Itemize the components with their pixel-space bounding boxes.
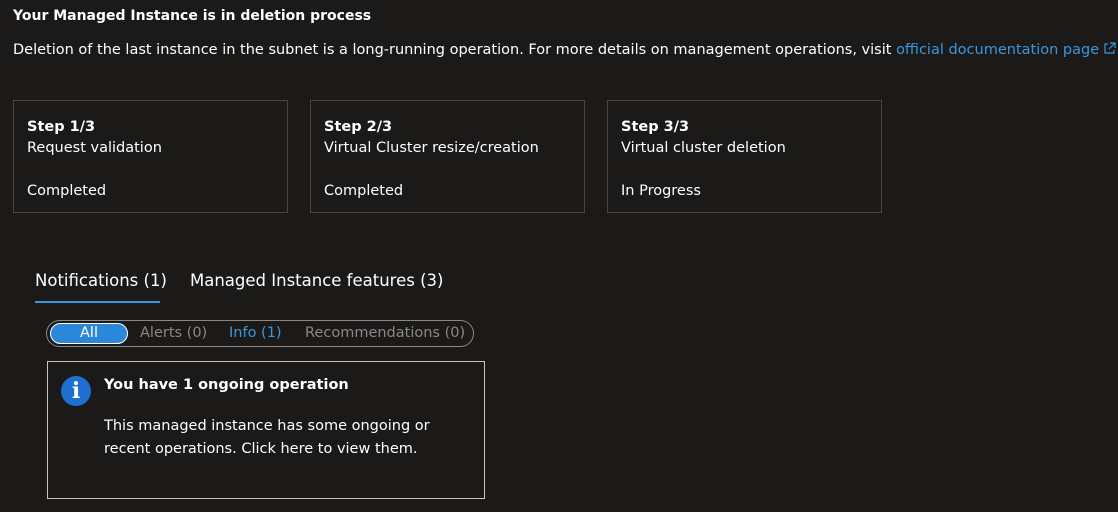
step-status: Completed <box>27 183 107 199</box>
description-text: Deletion of the last instance in the sub… <box>13 42 897 58</box>
external-link-icon[interactable] <box>1103 42 1116 55</box>
tab-managed-instance-features[interactable]: Managed Instance features (3) <box>190 271 443 290</box>
notification-body: This managed instance has some ongoing o… <box>104 418 430 457</box>
step-card-3: Step 3/3 Virtual cluster deletion In Pro… <box>607 100 882 213</box>
info-icon: i <box>61 376 91 406</box>
documentation-link[interactable]: official documentation page <box>896 42 1116 58</box>
step-name: Virtual cluster deletion <box>621 140 786 156</box>
step-card-1: Step 1/3 Request validation Completed <box>13 100 288 213</box>
tab-label[interactable]: Managed Instance features (3) <box>190 271 443 290</box>
step-number: Step 1/3 <box>27 119 96 135</box>
notification-title: You have 1 ongoing operation <box>104 377 349 393</box>
filter-recommendations-button[interactable]: Recommendations (0) <box>305 323 465 344</box>
deletion-description: Deletion of the last instance in the sub… <box>13 42 1116 58</box>
step-number: Step 2/3 <box>324 119 393 135</box>
step-name: Request validation <box>27 140 162 156</box>
step-status: In Progress <box>621 183 701 199</box>
page-title: Your Managed Instance is in deletion pro… <box>13 8 372 24</box>
filter-all-button[interactable]: All <box>50 323 128 344</box>
notification-filter: All Alerts (0) Info (1) Recommendations … <box>46 320 474 347</box>
step-name: Virtual Cluster resize/creation <box>324 140 539 156</box>
step-status: Completed <box>324 183 404 199</box>
step-number: Step 3/3 <box>621 119 690 135</box>
documentation-link-text[interactable]: official documentation page <box>896 42 1099 58</box>
filter-info-button[interactable]: Info (1) <box>229 323 282 344</box>
notification-card[interactable]: i You have 1 ongoing operation This mana… <box>47 361 485 499</box>
step-card-2: Step 2/3 Virtual Cluster resize/creation… <box>310 100 585 213</box>
filter-alerts-button[interactable]: Alerts (0) <box>140 323 207 344</box>
tab-label[interactable]: Notifications (1) <box>35 271 167 290</box>
active-tab-indicator <box>35 301 160 303</box>
tab-notifications[interactable]: Notifications (1) <box>35 271 167 303</box>
